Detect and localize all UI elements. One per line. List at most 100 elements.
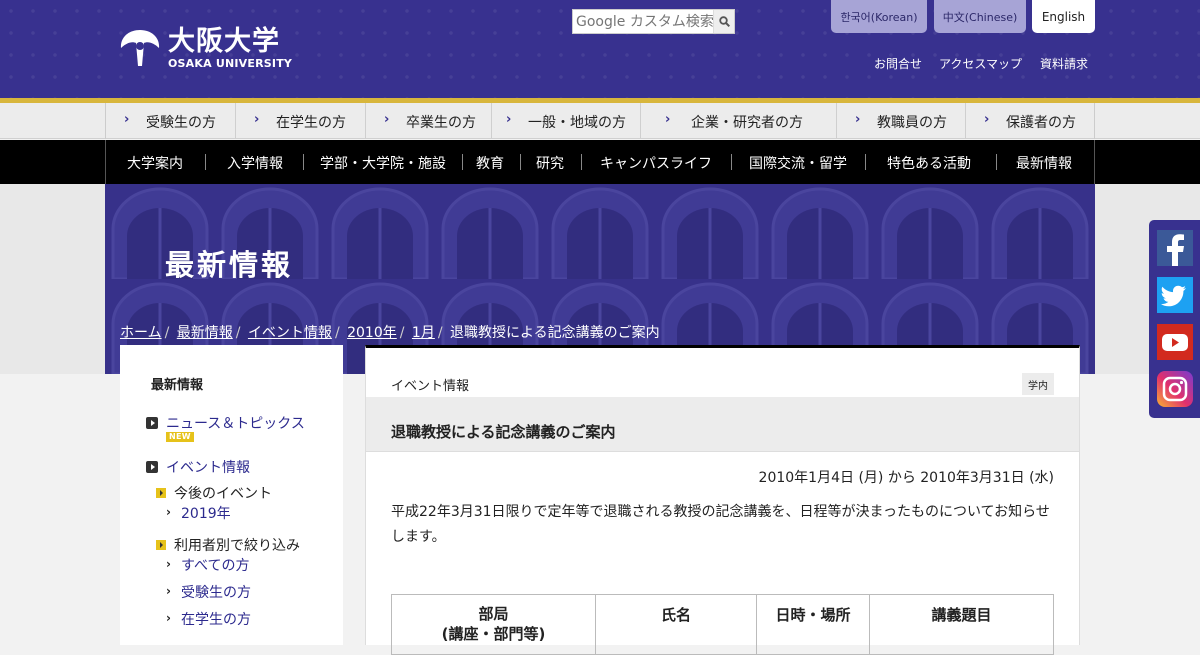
logo-japanese: 大阪大学 (168, 25, 280, 57)
breadcrumb-current: 退職教授による記念講義のご案内 (450, 325, 660, 341)
col-name: 氏名 (595, 594, 757, 655)
social-links (1149, 220, 1200, 418)
lang-english[interactable]: English (1032, 0, 1095, 33)
article-category: イベント情報 (391, 379, 470, 394)
nav-separator (731, 154, 732, 170)
lecture-table: 部局 (講座・部門等) 氏名 日時・場所 講義題目 (391, 594, 1054, 655)
audience-label: 在学生の方 (276, 115, 346, 131)
campus-tag: 学内 (1022, 373, 1054, 395)
nav-separator (581, 154, 582, 170)
nav-separator (303, 154, 304, 170)
nav-education[interactable]: 教育 (476, 153, 504, 173)
article-intro: 平成22年3月31日限りで定年等で退職される教授の記念講義を、日程等が決まったも… (391, 504, 1050, 545)
nav-separator (996, 154, 997, 170)
instagram-icon[interactable] (1157, 371, 1193, 407)
table-header-row: 部局 (講座・部門等) 氏名 日時・場所 講義題目 (391, 594, 1054, 655)
article-title-band: 退職教授による記念講義のご案内 (366, 397, 1079, 452)
audience-label: 企業・研究者の方 (691, 115, 803, 131)
sidebar-filter-label: 利用者別で絞り込み (174, 538, 300, 554)
contact-link[interactable]: お問合せ (874, 55, 922, 72)
audience-current-students[interactable]: › 在学生の方 (236, 103, 366, 139)
nav-separator (520, 154, 521, 170)
lang-korean[interactable]: 한국어(Korean) (831, 0, 927, 33)
sidebar-filter-all[interactable]: すべての方 (181, 555, 249, 575)
request-materials-link[interactable]: 資料請求 (1040, 55, 1088, 72)
nav-faculties[interactable]: 学部・大学院・施設 (320, 153, 446, 173)
breadcrumb-latest[interactable]: 最新情報 (177, 325, 233, 341)
sidebar-upcoming-label: 今後のイベント (174, 486, 272, 502)
chevron-right-icon: › (506, 112, 512, 127)
audience-public[interactable]: › 一般・地域の方 (492, 103, 641, 139)
breadcrumb-month[interactable]: 1月 (412, 325, 435, 341)
sidebar-filter-students[interactable]: 在学生の方 (181, 609, 251, 629)
site-search (572, 9, 735, 34)
arrow-bullet-icon (156, 488, 166, 498)
audience-alumni[interactable]: › 卒業生の方 (366, 103, 492, 139)
facebook-icon[interactable] (1157, 230, 1193, 266)
search-button[interactable] (713, 10, 734, 33)
chevron-right-icon: › (855, 112, 861, 127)
breadcrumb-year[interactable]: 2010年 (347, 325, 397, 341)
sidebar-item-events[interactable]: イベント情報 (166, 457, 250, 477)
col-datetime-place: 日時・場所 (756, 594, 870, 655)
col-lecture-title: 講義題目 (869, 594, 1054, 655)
nav-featured[interactable]: 特色ある活動 (887, 153, 971, 173)
chevron-right-icon: › (166, 584, 171, 598)
chevron-right-icon: › (254, 112, 260, 127)
audience-label: 保護者の方 (1006, 115, 1076, 131)
sidebar-filter-prospective[interactable]: 受験生の方 (181, 582, 251, 602)
nav-about[interactable]: 大学案内 (127, 153, 183, 173)
audience-guardians[interactable]: › 保護者の方 (966, 103, 1094, 139)
youtube-icon[interactable] (1157, 324, 1193, 360)
nav-campus-life[interactable]: キャンパスライフ (600, 153, 712, 173)
chevron-right-icon: › (124, 112, 130, 127)
page-title: 最新情報 (165, 248, 294, 282)
chevron-right-icon: › (166, 557, 171, 571)
ginkgo-logo-icon (120, 30, 160, 66)
nav-latest-news[interactable]: 最新情報 (1016, 153, 1072, 173)
new-badge: NEW (166, 432, 194, 442)
breadcrumb: ホーム / 最新情報 / イベント情報/ 2010年/ 1月 / 退職教授による記念講… (120, 325, 660, 341)
chevron-right-icon: › (166, 611, 171, 625)
twitter-icon[interactable] (1157, 277, 1193, 313)
sidebar: 最新情報 ニュース＆トピックス NEW イベント情報 今後のイベント › 201… (120, 345, 343, 645)
nav-international[interactable]: 国際交流・留学 (749, 153, 847, 173)
breadcrumb-events[interactable]: イベント情報 (248, 325, 332, 341)
audience-label: 受験生の方 (146, 115, 216, 131)
nav-separator (462, 154, 463, 170)
chevron-right-icon: › (384, 112, 390, 127)
audience-nav: › 受験生の方 › 在学生の方 › 卒業生の方 › 一般・地域の方 › 企業・研… (0, 103, 1200, 139)
chevron-right-icon: › (984, 112, 990, 127)
breadcrumb-home[interactable]: ホーム (120, 325, 162, 341)
audience-label: 教職員の方 (877, 115, 947, 131)
arrow-bullet-icon (146, 417, 158, 429)
sidebar-title: 最新情報 (151, 378, 204, 393)
audience-prospective[interactable]: › 受験生の方 (106, 103, 236, 139)
chevron-right-icon: › (665, 112, 671, 127)
article-date-range: 2010年1月4日 (月) から 2010年3月31日 (水) (758, 470, 1054, 486)
audience-staff[interactable]: › 教職員の方 (837, 103, 966, 139)
audience-label: 一般・地域の方 (528, 115, 626, 131)
logo-english: OSAKA UNIVERSITY (168, 56, 293, 70)
lang-chinese[interactable]: 中文(Chinese) (934, 0, 1026, 33)
sidebar-item-news[interactable]: ニュース＆トピックス (166, 413, 305, 433)
arrow-bullet-icon (156, 540, 166, 550)
sidebar-item-2019[interactable]: 2019年 (181, 503, 231, 523)
access-map-link[interactable]: アクセスマップ (939, 55, 1022, 72)
audience-companies[interactable]: › 企業・研究者の方 (641, 103, 837, 139)
arrow-bullet-icon (146, 461, 158, 473)
article-card: イベント情報 学内 退職教授による記念講義のご案内 2010年1月4日 (月) … (365, 345, 1080, 655)
nav-admissions[interactable]: 入学情報 (227, 153, 283, 173)
nav-separator (205, 154, 206, 170)
audience-label: 卒業生の方 (406, 115, 476, 131)
nav-separator (865, 154, 866, 170)
main-nav: 大学案内 入学情報 学部・大学院・施設 教育 研究 キャンパスライフ 国際交流・… (0, 140, 1200, 184)
search-input[interactable] (573, 10, 713, 33)
site-header: 大阪大学 OSAKA UNIVERSITY 한국어(Korean) 中文(Chi… (0, 0, 1200, 100)
site-logo[interactable]: 大阪大学 OSAKA UNIVERSITY (118, 26, 292, 70)
search-icon (718, 16, 730, 27)
chevron-right-icon: › (166, 505, 171, 519)
article-title: 退職教授による記念講義のご案内 (391, 423, 616, 441)
col-department: 部局 (講座・部門等) (391, 594, 596, 655)
nav-research[interactable]: 研究 (536, 153, 564, 173)
